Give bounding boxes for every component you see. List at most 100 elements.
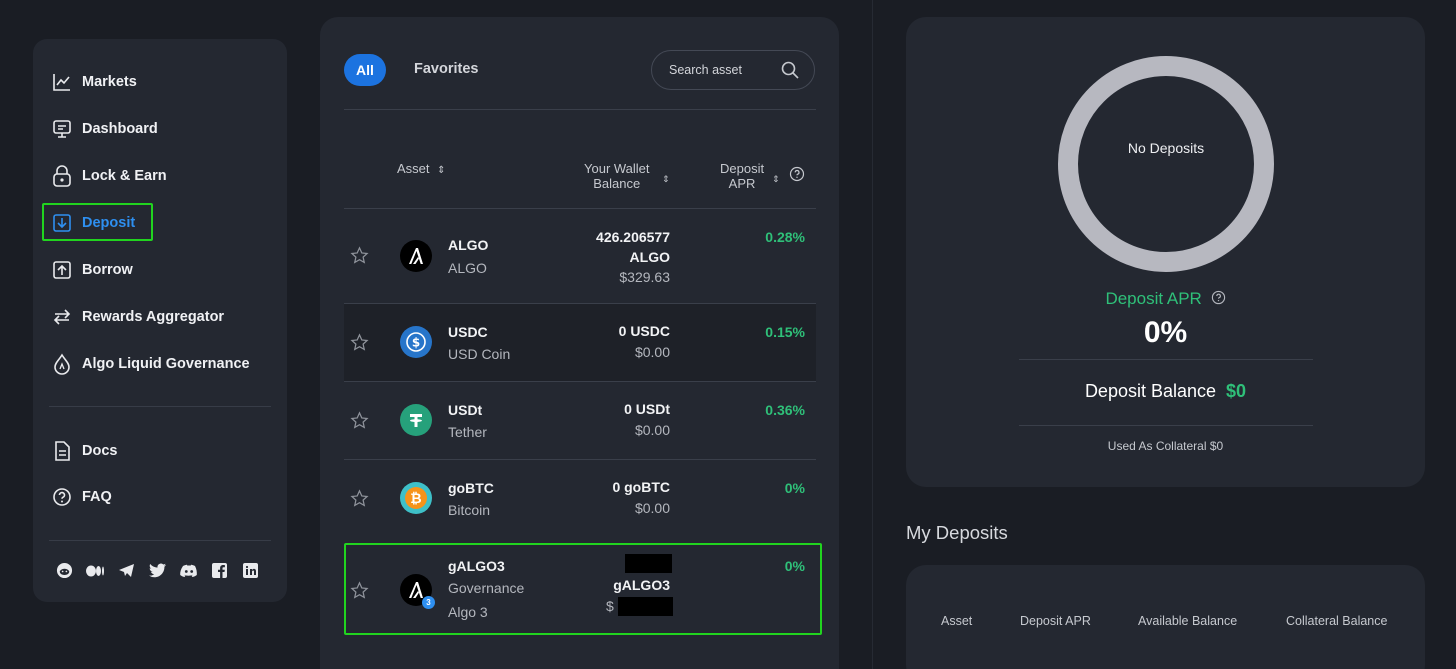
donut-label: No Deposits — [1127, 140, 1205, 156]
asset-name: Tether — [448, 424, 487, 440]
star-icon[interactable] — [350, 333, 369, 357]
column-divider — [872, 0, 873, 669]
deposit-highlight — [42, 203, 153, 241]
deposit-balance-value: $0 — [1226, 381, 1247, 401]
deposit-apr: 0.15% — [765, 324, 805, 340]
asset-name: ALGO — [448, 260, 487, 276]
sidebar-item-dashboard[interactable]: Dashboard — [51, 116, 158, 142]
table-row[interactable]: USDt Tether 0 USDt $0.00 0.36% — [344, 382, 816, 459]
asset-symbol: goBTC — [448, 480, 494, 496]
wallet-balance: 426.206577 ALGO — [596, 229, 670, 265]
deposit-donut-chart — [1058, 56, 1274, 272]
wallet-balance-usd: $0.00 — [634, 500, 670, 516]
sidebar-item-label: FAQ — [82, 489, 112, 505]
sidebar-divider — [49, 406, 271, 407]
star-icon[interactable] — [350, 411, 369, 435]
asset-symbol: USDt — [448, 402, 483, 418]
card-divider — [1019, 359, 1313, 360]
sidebar-item-faq[interactable]: FAQ — [51, 484, 112, 510]
social-links — [55, 561, 260, 580]
wallet-balance-usd: $0.00 — [634, 344, 670, 360]
drop-icon — [51, 353, 73, 375]
sidebar-item-markets[interactable]: Markets — [51, 69, 137, 95]
wallet-balance: 0 goBTC — [612, 479, 670, 495]
header-divider — [344, 109, 816, 110]
medium-icon[interactable] — [86, 561, 105, 580]
chart-icon — [51, 71, 73, 93]
sidebar-divider — [49, 540, 271, 541]
sidebar-item-label: Lock & Earn — [82, 168, 167, 184]
search-icon — [780, 60, 800, 85]
sidebar-item-label: Dashboard — [82, 121, 158, 137]
asset-name: USD Coin — [448, 346, 511, 362]
asset-name: Bitcoin — [448, 502, 491, 518]
wallet-balance: 0 USDC — [618, 323, 670, 339]
my-deposits-table: Asset Deposit APR Available Balance Coll… — [906, 565, 1425, 669]
sidebar-item-label: Borrow — [82, 262, 133, 278]
column-header: Collateral Balance — [1286, 614, 1388, 628]
deposit-apr: 0% — [784, 480, 805, 496]
table-row[interactable]: ALGO ALGO 426.206577 ALGO $329.63 0.28% — [344, 209, 816, 303]
linkedin-icon[interactable] — [241, 561, 260, 580]
discord-icon[interactable] — [179, 561, 198, 580]
collateral-text: Used As Collateral $0 — [1107, 439, 1224, 453]
sidebar-item-lock-earn[interactable]: Lock & Earn — [51, 163, 167, 189]
sidebar-item-label: Docs — [82, 443, 118, 459]
facebook-icon[interactable] — [210, 561, 229, 580]
sidebar-item-borrow[interactable]: Borrow — [51, 257, 133, 283]
sidebar-item-docs[interactable]: Docs — [51, 438, 117, 464]
sort-icon: ⇕ — [772, 174, 780, 184]
sidebar: Markets Dashboard Lock & Earn Deposit Bo… — [33, 39, 287, 602]
deposit-summary-card: No Deposits Deposit APR 0% Deposit Balan… — [906, 17, 1425, 487]
sort-icon: ⇕ — [662, 174, 670, 184]
column-header-apr[interactable]: Deposit APR — [720, 161, 764, 191]
wallet-balance: 0 USDt — [624, 401, 670, 417]
search-input[interactable]: Search asset — [651, 50, 815, 90]
column-header-asset[interactable]: Asset ⇕ — [397, 161, 446, 178]
asset-symbol: ALGO — [448, 237, 489, 253]
tab-favorites[interactable]: Favorites — [414, 61, 478, 77]
question-icon — [51, 486, 73, 508]
star-icon[interactable] — [350, 246, 369, 270]
wallet-balance-usd: $329.63 — [619, 269, 670, 285]
asset-symbol: USDC — [448, 324, 488, 340]
deposit-apr-label: Deposit APR — [906, 289, 1425, 310]
deposit-apr: 0.36% — [765, 402, 805, 418]
telegram-icon[interactable] — [117, 561, 136, 580]
bitcoin-token-icon: ₿ — [400, 482, 432, 514]
usdc-token-icon: $ — [400, 326, 432, 358]
column-header-balance[interactable]: Your Wallet Balance — [584, 161, 650, 191]
table-row[interactable]: $ USDC USD Coin 0 USDC $0.00 0.15% — [344, 304, 816, 381]
sidebar-item-rewards-aggregator[interactable]: Rewards Aggregator — [51, 304, 224, 330]
card-divider — [1019, 425, 1313, 426]
column-header: Deposit APR — [1020, 614, 1091, 628]
help-icon[interactable] — [1211, 290, 1226, 310]
column-header: Asset — [941, 614, 973, 628]
borrow-icon — [51, 259, 73, 281]
algo-token-icon — [400, 240, 432, 272]
table-row[interactable]: ₿ goBTC Bitcoin 0 goBTC $0.00 0% — [344, 460, 816, 537]
swap-arrows-icon — [51, 306, 73, 328]
help-icon[interactable] — [789, 166, 805, 187]
sidebar-item-algo-liquid-governance[interactable]: Algo Liquid Governance — [51, 351, 250, 377]
tether-token-icon — [400, 404, 432, 436]
star-icon[interactable] — [350, 489, 369, 513]
tab-all[interactable]: All — [344, 54, 386, 86]
svg-text:₿: ₿ — [410, 491, 421, 507]
sort-icon: ⇕ — [437, 165, 446, 176]
reddit-icon[interactable] — [55, 561, 74, 580]
document-icon — [51, 440, 73, 462]
deposit-balance: Deposit Balance $0 — [1084, 381, 1247, 401]
twitter-icon[interactable] — [148, 561, 167, 580]
svg-text:$: $ — [412, 336, 420, 350]
wallet-balance-usd: $0.00 — [634, 422, 670, 438]
sidebar-item-label: Rewards Aggregator — [82, 309, 225, 325]
deposit-apr: 0.28% — [765, 229, 805, 245]
sidebar-item-label: Algo Liquid Governance — [82, 356, 250, 372]
galgo3-highlight — [344, 543, 822, 635]
column-header: Available Balance — [1138, 614, 1238, 628]
lock-icon — [51, 165, 73, 187]
search-placeholder: Search asset — [669, 63, 742, 77]
my-deposits-title: My Deposits — [906, 522, 1008, 543]
monitor-icon — [51, 118, 73, 140]
